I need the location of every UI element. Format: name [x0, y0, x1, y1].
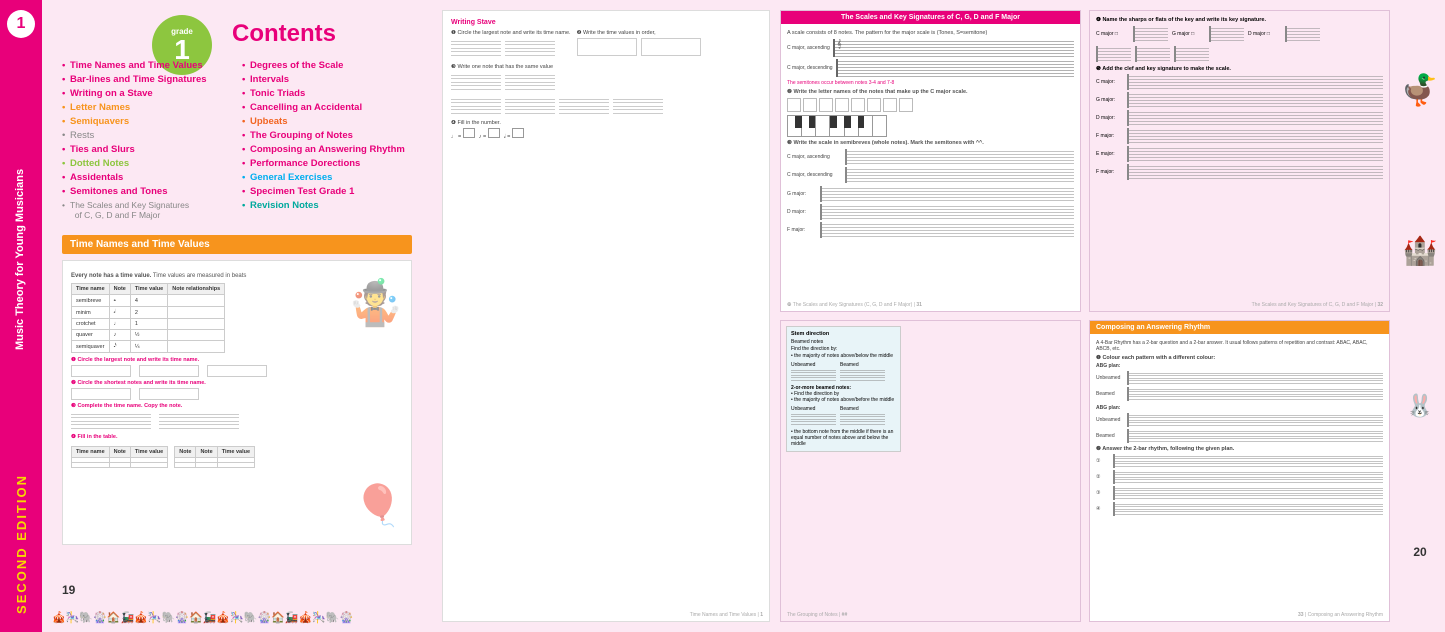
list-item: Rests: [62, 130, 232, 141]
spine-edition-text: SECOND EDITION: [14, 474, 29, 614]
middle-pages: Writing Stave ❶ Circle the largest note …: [432, 0, 780, 632]
list-item: General Exercises: [242, 172, 412, 183]
balloon-decoration: 🎈: [353, 482, 403, 529]
list-item: Ties and Slurs: [62, 144, 232, 155]
castle-decoration: 🏰: [1403, 234, 1438, 267]
list-item: Semiquavers: [62, 116, 232, 127]
beamed-notes-label: Beamed notes: [791, 339, 896, 345]
list-item: Intervals: [242, 74, 412, 85]
time-names-box: Time Names and Time Values: [62, 235, 412, 254]
preview-inner: Every note has a time value. Time values…: [63, 261, 411, 482]
contents-col-1: Time Names and Time Values Bar-lines and…: [62, 60, 232, 223]
scales-page-right: ❹ Name the sharps or flats of the key an…: [1089, 10, 1390, 312]
list-item: Writing on a Stave: [62, 88, 232, 99]
list-item: Letter Names: [62, 102, 232, 113]
train-deco: 🎪🎠🐘🎡🏠🚂🎪🎠🐘🎡🏠🚂🎪🎠🐘🎡🏠🚂🎪🎠🐘🎡: [52, 611, 353, 624]
list-item: Degrees of the Scale: [242, 60, 412, 71]
scales-header: The Scales and Key Signatures of C, G, D…: [781, 11, 1080, 24]
left-page: grade 1 Contents Time Names and Time Val…: [42, 0, 432, 632]
right-top-section: The Scales and Key Signatures of C, G, D…: [780, 10, 1390, 312]
composing-page: Composing an Answering Rhythm A 4-Bar Rh…: [1089, 320, 1390, 622]
worksheet-writing-stave: Writing Stave ❶ Circle the largest note …: [442, 10, 770, 622]
scales-body: A scale consists of 8 notes. The pattern…: [781, 24, 1080, 302]
grouping-page: Stem direction Beamed notes Find the dir…: [780, 320, 1081, 622]
list-item: The Scales and Key Signatures of C, G, D…: [62, 200, 232, 220]
list-item: The Grouping of Notes: [242, 130, 412, 141]
time-value-table: Time name Note Time value Note relations…: [71, 283, 225, 353]
list-item: Revision Notes: [242, 200, 412, 211]
composing-header: Composing an Answering Rhythm: [1090, 321, 1389, 334]
list-item: Time Names and Time Values: [62, 60, 232, 71]
spine-grade-circle: 1: [7, 10, 35, 38]
bunny-decoration: 🐰: [1406, 393, 1433, 419]
list-item: Bar-lines and Time Signatures: [62, 74, 232, 85]
stem-direction-label: Stem direction: [791, 331, 896, 337]
right-bottom-section: Stem direction Beamed notes Find the dir…: [780, 320, 1390, 622]
list-item: Upbeats: [242, 116, 412, 127]
page-number-left: 19: [62, 583, 75, 597]
list-item: Semitones and Tones: [62, 186, 232, 197]
list-item: Cancelling an Accidental: [242, 102, 412, 113]
list-item: Performance Dorections: [242, 158, 412, 169]
bottom-decoration-strip: 🎪🎠🐘🎡🏠🚂🎪🎠🐘🎡🏠🚂🎪🎠🐘🎡🏠🚂🎪🎠🐘🎡: [42, 602, 432, 632]
book-spine: 1 Music Theory for Young Musicians SECON…: [0, 0, 42, 632]
time-names-title: Time Names and Time Values: [70, 239, 210, 250]
spine-title-text: Music Theory for Young Musicians: [14, 44, 27, 474]
duck-decoration: 🦆: [1401, 73, 1438, 108]
clown-decoration: 🤹: [347, 276, 403, 329]
spine-grade-number: 1: [17, 15, 26, 33]
scales-instruction-1: A scale consists of 8 notes. The pattern…: [787, 30, 1074, 36]
list-item: Specimen Test Grade 1: [242, 186, 412, 197]
composing-body: A 4-Bar Rhythm has a 2-bar question and …: [1090, 334, 1389, 612]
main-content: grade 1 Contents Time Names and Time Val…: [42, 0, 1445, 632]
right-pages: The Scales and Key Signatures of C, G, D…: [780, 0, 1400, 632]
ws-writing-stave-title: Writing Stave: [451, 19, 761, 26]
contents-title: Contents: [232, 20, 412, 48]
contents-columns: Time Names and Time Values Bar-lines and…: [62, 60, 412, 223]
page-number-right: 20: [1413, 545, 1426, 559]
list-item: Assidentals: [62, 172, 232, 183]
ws-writing-stave-content: ❶ Circle the largest note and write its …: [451, 30, 761, 141]
list-item: Dotted Notes: [62, 158, 232, 169]
contents-col-2: Degrees of the Scale Intervals Tonic Tri…: [242, 60, 412, 223]
scales-page-left: The Scales and Key Signatures of C, G, D…: [780, 10, 1081, 312]
list-item: Tonic Triads: [242, 88, 412, 99]
right-outer: 🦆 🏰 🐰 20: [1400, 0, 1445, 632]
page-preview: Every note has a time value. Time values…: [62, 260, 412, 545]
list-item: Composing an Answering Rhythm: [242, 144, 412, 155]
right-decoration: 🦆 🏰 🐰 20: [1400, 10, 1440, 622]
